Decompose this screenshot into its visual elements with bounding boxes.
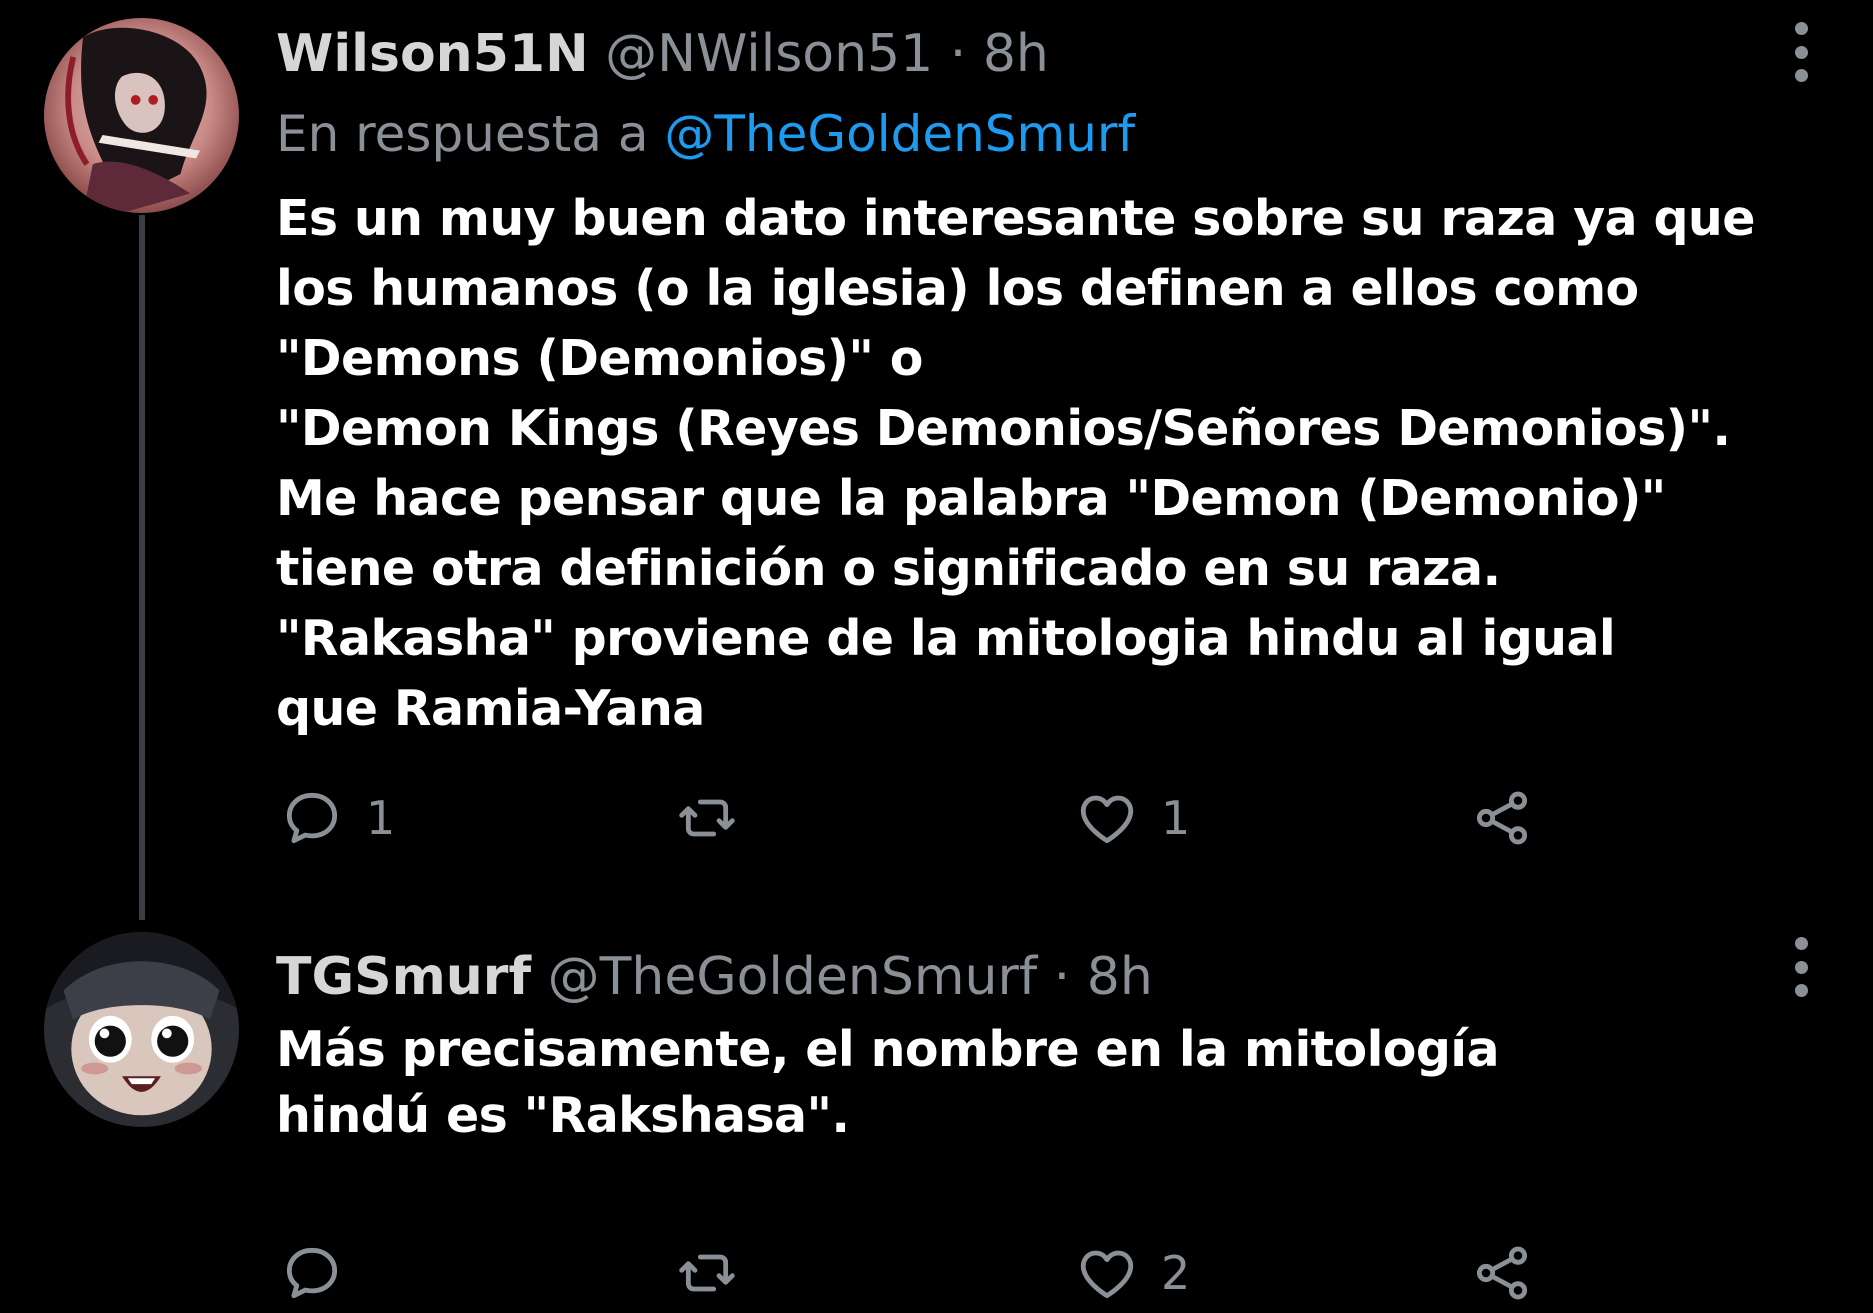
heart-icon: [1080, 795, 1134, 844]
reply-icon: [286, 1247, 338, 1299]
more-dot: [1794, 984, 1808, 997]
timestamp[interactable]: 8h: [983, 24, 1049, 84]
tweet-body: TGSmurf @TheGoldenSmurf · 8h Más precisa…: [276, 937, 1773, 1149]
display-name[interactable]: TGSmurf: [276, 947, 531, 1007]
reply-count: 1: [366, 791, 396, 845]
more-dot: [1794, 937, 1808, 950]
more-dot: [1794, 960, 1808, 974]
avatar-image: [44, 932, 239, 1127]
reply-button[interactable]: 1: [280, 778, 395, 858]
more-options-icon[interactable]: [1789, 937, 1813, 997]
share-button[interactable]: [1470, 1233, 1534, 1313]
timestamp[interactable]: 8h: [1087, 947, 1153, 1007]
reply-button[interactable]: [280, 1233, 366, 1313]
tweet-text: Más precisamente, el nombre en la mitolo…: [276, 1021, 1500, 1144]
tweet-actions: 1 1: [280, 778, 1550, 858]
share-icon: [1476, 791, 1528, 845]
tweet[interactable]: Wilson51N @NWilson51 · 8h En respuesta a…: [0, 0, 1873, 920]
more-options-icon[interactable]: [1789, 22, 1813, 82]
retweet-button[interactable]: [675, 778, 761, 858]
separator-dot: ·: [1053, 947, 1071, 1007]
more-dot: [1794, 22, 1808, 35]
handle[interactable]: @NWilson51: [605, 24, 933, 84]
tweet-header: TGSmurf @TheGoldenSmurf · 8h: [276, 937, 1773, 1017]
more-dot: [1794, 69, 1808, 82]
reply-icon: [286, 792, 338, 844]
tweet-header: Wilson51N @NWilson51 · 8h: [276, 14, 1773, 94]
avatar[interactable]: [44, 18, 239, 213]
tweet[interactable]: TGSmurf @TheGoldenSmurf · 8h Más precisa…: [0, 915, 1873, 1300]
avatar-image: [44, 18, 239, 213]
like-button[interactable]: 2: [1075, 1233, 1190, 1313]
like-button[interactable]: 1: [1075, 778, 1190, 858]
share-button[interactable]: [1470, 778, 1534, 858]
like-count: 2: [1161, 1246, 1191, 1300]
reply-to-link[interactable]: @TheGoldenSmurf: [664, 105, 1135, 163]
retweet-icon: [679, 1254, 735, 1292]
more-dot: [1794, 45, 1808, 59]
reply-prefix: En respuesta a: [276, 105, 649, 163]
handle[interactable]: @TheGoldenSmurf: [548, 947, 1038, 1007]
tweet-body: Wilson51N @NWilson51 · 8h En respuesta a…: [276, 14, 1773, 744]
display-name[interactable]: Wilson51N: [276, 24, 589, 84]
like-count: 1: [1161, 791, 1191, 845]
thread-line: [139, 215, 145, 920]
retweet-icon: [679, 799, 735, 837]
separator-dot: ·: [949, 24, 967, 84]
reply-context: En respuesta a @TheGoldenSmurf: [276, 94, 1773, 174]
share-icon: [1476, 1246, 1528, 1300]
tweet-text: Es un muy buen dato interesante sobre su…: [276, 190, 1755, 737]
heart-icon: [1080, 1250, 1134, 1299]
avatar[interactable]: [44, 932, 239, 1127]
retweet-button[interactable]: [675, 1233, 761, 1313]
tweet-actions: 2: [280, 1233, 1550, 1313]
